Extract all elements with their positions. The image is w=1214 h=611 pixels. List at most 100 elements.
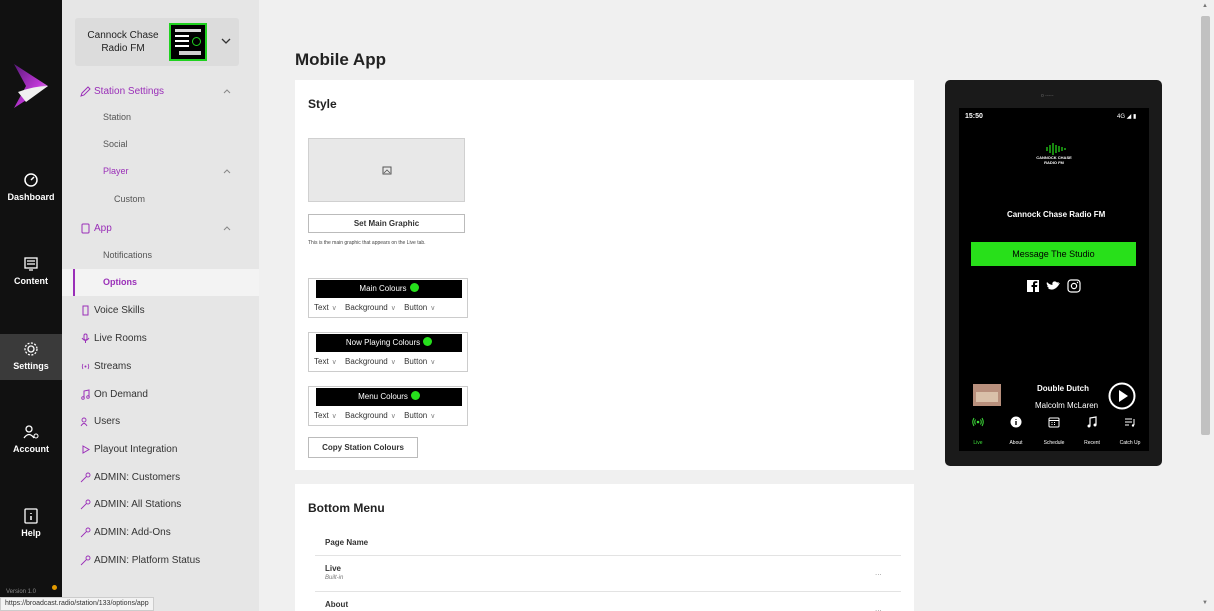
calendar-icon (1048, 417, 1060, 428)
nav-options[interactable]: Options (62, 269, 259, 296)
nav-label: ADMIN: Customers (94, 472, 181, 483)
now-playing-bar: Double Dutch Malcolm McLaren (959, 372, 1149, 420)
rail-content[interactable]: Content (0, 256, 62, 296)
station-picker[interactable]: Cannock Chase Radio FM (75, 18, 239, 66)
now-playing-colours-options: Text ∨ Background ∨ Button ∨ (314, 357, 441, 366)
scroll-down-arrow-icon[interactable]: ▼ (1202, 600, 1208, 606)
nav-custom[interactable]: Custom (62, 186, 259, 213)
phone-tab-label: Schedule (1043, 440, 1065, 446)
menu-colours-group: Menu Colours Text ∨ Background ∨ Button ∨ (308, 386, 468, 426)
chevron-down-icon[interactable] (219, 34, 233, 48)
users-icon (80, 417, 88, 427)
help-book-icon (24, 508, 38, 524)
page-name-column-header: Page Name (325, 538, 369, 547)
nav-notifications[interactable]: Notifications (62, 242, 259, 269)
nav-station-settings[interactable]: Station Settings (62, 78, 259, 105)
phone-tab-recent[interactable]: Recent (1073, 414, 1111, 449)
chevron-down-icon: ∨ (430, 305, 436, 312)
main-colours-group: Main Colours Text ∨ Background ∨ Button ∨ (308, 278, 468, 318)
nav-social[interactable]: Social (62, 131, 259, 158)
nav-voice-skills[interactable]: Voice Skills (62, 297, 259, 324)
set-main-graphic-button[interactable]: Set Main Graphic (308, 214, 465, 233)
button-colour-select[interactable]: Button (404, 303, 427, 312)
message-studio-button[interactable]: Message The Studio (971, 242, 1136, 266)
phone-tab-live[interactable]: Live (959, 414, 997, 449)
facebook-icon (1027, 280, 1039, 292)
button-colour-select[interactable]: Button (404, 411, 427, 420)
button-colour-select[interactable]: Button (404, 357, 427, 366)
phone-tab-bar: Live About Schedule Recent Catch Up (959, 414, 1149, 451)
menu-colours-title: Menu Colours (358, 392, 408, 401)
signal-label: 4G (1117, 114, 1126, 120)
play-button-icon[interactable] (1108, 382, 1136, 410)
table-row-type: Built-in (325, 575, 344, 581)
row-menu-button[interactable]: ... (875, 604, 882, 611)
page-scrollbar[interactable]: ▲ ▼ (1197, 0, 1214, 611)
rail-help[interactable]: Help (0, 508, 62, 548)
nav-on-demand[interactable]: On Demand (62, 381, 259, 408)
phone-tab-schedule[interactable]: Schedule (1035, 414, 1073, 449)
background-colour-select[interactable]: Background (345, 303, 388, 312)
scrollbar-thumb[interactable] (1201, 16, 1210, 435)
music-note-icon (1087, 416, 1097, 428)
rail-settings[interactable]: Settings (0, 334, 62, 380)
nav-users[interactable]: Users (62, 408, 259, 435)
nav-admin-platform-status[interactable]: ADMIN: Platform Status (62, 547, 259, 574)
row-divider (315, 555, 901, 556)
rail-label: Dashboard (7, 192, 55, 202)
table-row-name: About (325, 600, 349, 609)
chevron-up-icon (223, 226, 231, 231)
chevron-down-icon: ∨ (331, 413, 337, 420)
nav-live-rooms[interactable]: Live Rooms (62, 325, 259, 352)
nav-admin-customers[interactable]: ADMIN: Customers (62, 464, 259, 491)
phone-icon (81, 223, 90, 234)
rail-dashboard[interactable]: Dashboard (0, 172, 62, 212)
colour-swatch (423, 337, 433, 346)
nav-label: Streams (94, 361, 132, 372)
nav-playout-integration[interactable]: Playout Integration (62, 436, 259, 463)
broadcast-radio-logo[interactable] (12, 62, 50, 110)
menu-colours-options: Text ∨ Background ∨ Button ∨ (314, 411, 441, 420)
menu-colours-header: Menu Colours (316, 388, 462, 406)
nav-label: Custom (114, 194, 146, 204)
text-colour-select[interactable]: Text (314, 303, 329, 312)
rail-account[interactable]: Account (0, 424, 62, 464)
chevron-down-icon: ∨ (430, 413, 436, 420)
text-colour-select[interactable]: Text (314, 357, 329, 366)
bottom-menu-title: Bottom Menu (308, 501, 385, 515)
rail-label: Help (21, 528, 41, 538)
phone-notch: o ----- (1041, 93, 1054, 99)
nav-station[interactable]: Station (62, 104, 259, 131)
nav-player[interactable]: Player (62, 158, 259, 185)
style-card-title: Style (308, 97, 337, 111)
mic-icon (81, 333, 90, 343)
key-icon (80, 472, 91, 483)
link-status-tooltip: https://broadcast.radio/station/133/opti… (0, 597, 154, 611)
nav-label: Users (94, 416, 121, 427)
text-colour-select[interactable]: Text (314, 411, 329, 420)
background-colour-select[interactable]: Background (345, 411, 388, 420)
nav-label: Playout Integration (94, 444, 178, 455)
nav-admin-add-ons[interactable]: ADMIN: Add-Ons (62, 519, 259, 546)
now-playing-artist: Malcolm McLaren (1035, 401, 1099, 410)
background-colour-select[interactable]: Background (345, 357, 388, 366)
image-placeholder-icon (382, 166, 392, 175)
now-playing-track: Double Dutch (1037, 384, 1089, 393)
scroll-up-arrow-icon[interactable]: ▲ (1202, 3, 1208, 9)
row-menu-button[interactable]: ... (875, 568, 882, 577)
copy-station-colours-button[interactable]: Copy Station Colours (308, 437, 418, 458)
phone-tab-catch-up[interactable]: Catch Up (1111, 414, 1149, 449)
gauge-icon (24, 173, 38, 187)
playlist-icon (1125, 418, 1135, 427)
main-colours-title: Main Colours (359, 284, 407, 293)
nav-admin-all-stations[interactable]: ADMIN: All Stations (62, 491, 259, 518)
colour-swatch (409, 283, 419, 292)
nav-streams[interactable]: Streams (62, 353, 259, 380)
nav-label: On Demand (94, 389, 148, 400)
nav-app[interactable]: App (62, 215, 259, 242)
live-icon (972, 417, 984, 427)
main-graphic-preview[interactable] (308, 138, 465, 202)
pencil-icon (80, 86, 91, 97)
music-note-icon (81, 389, 90, 400)
phone-tab-about[interactable]: About (997, 414, 1035, 449)
